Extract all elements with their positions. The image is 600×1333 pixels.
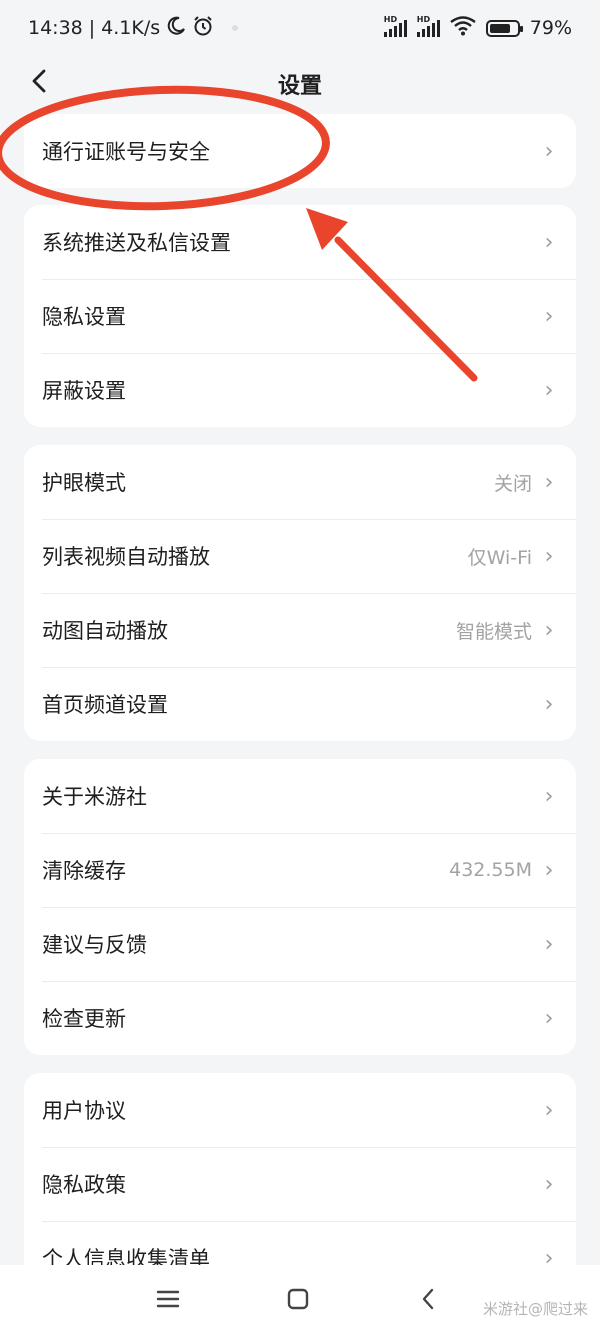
chevron-right-icon: › [544, 1097, 554, 1123]
settings-row-clear-cache[interactable]: 清除缓存 432.55M › [24, 833, 576, 907]
row-label: 系统推送及私信设置 [42, 231, 231, 255]
status-separator: | [88, 17, 96, 39]
settings-row-check-update[interactable]: 检查更新 › [24, 981, 576, 1055]
chevron-right-icon: › [544, 617, 554, 643]
row-label: 列表视频自动播放 [42, 545, 210, 569]
settings-row-gif-autoplay[interactable]: 动图自动播放 智能模式 › [24, 593, 576, 667]
settings-row-account-security[interactable]: 通行证账号与安全 › [24, 114, 576, 188]
row-label: 隐私设置 [42, 305, 126, 329]
row-label: 动图自动播放 [42, 619, 168, 643]
settings-group-account: 通行证账号与安全 › [24, 114, 576, 188]
hd-label-2: HD [416, 15, 431, 24]
row-label: 建议与反馈 [42, 933, 147, 957]
settings-row-block[interactable]: 屏蔽设置 › [24, 353, 576, 427]
page-title: 设置 [277, 74, 322, 99]
settings-row-feedback[interactable]: 建议与反馈 › [24, 907, 576, 981]
row-value: 432.55M [449, 859, 532, 881]
home-icon[interactable] [282, 1283, 314, 1315]
system-nav-bar: 米游社@爬过来 [0, 1265, 600, 1333]
network-speed: 4.1K/s [101, 17, 161, 39]
chevron-right-icon: › [544, 543, 554, 569]
settings-row-push-messages[interactable]: 系统推送及私信设置 › [24, 205, 576, 279]
battery-fill [489, 23, 511, 33]
row-label: 关于米游社 [42, 785, 147, 809]
settings-group-display: 护眼模式 关闭 › 列表视频自动播放 仅Wi-Fi › 动图自动播放 智能模式 … [24, 445, 576, 741]
battery-percent: 79% [529, 17, 572, 39]
chevron-right-icon: › [544, 138, 554, 164]
watermark: 米游社@爬过来 [482, 1300, 588, 1318]
row-value: 智能模式 [455, 620, 532, 643]
settings-row-eye-care[interactable]: 护眼模式 关闭 › [24, 445, 576, 519]
row-label: 护眼模式 [42, 471, 126, 495]
back-icon[interactable] [412, 1283, 444, 1315]
row-label: 用户协议 [42, 1099, 126, 1123]
signal-icon: HD [383, 15, 407, 37]
nav-bar: 设置 [0, 56, 600, 108]
chevron-right-icon: › [544, 783, 554, 809]
row-value: 关闭 [493, 472, 532, 495]
notification-dot-icon [232, 25, 239, 31]
chevron-right-icon: › [544, 1005, 554, 1031]
settings-group-about: 关于米游社 › 清除缓存 432.55M › 建议与反馈 › 检查更新 › [24, 759, 576, 1055]
status-right: HD HD 79% [383, 15, 572, 41]
alarm-icon [192, 15, 214, 42]
settings-group-legal: 用户协议 › 隐私政策 › 个人信息收集清单 › [24, 1073, 576, 1295]
chevron-right-icon: › [544, 303, 554, 329]
row-label: 首页频道设置 [42, 693, 168, 717]
row-label: 检查更新 [42, 1007, 126, 1031]
status-time: 14:38 [28, 17, 83, 39]
chevron-right-icon: › [544, 857, 554, 883]
chevron-right-icon: › [544, 469, 554, 495]
chevron-right-icon: › [544, 229, 554, 255]
settings-group-notifications: 系统推送及私信设置 › 隐私设置 › 屏蔽设置 › [24, 205, 576, 427]
row-label: 清除缓存 [42, 859, 126, 883]
signal-icon-2: HD [416, 15, 440, 37]
row-label: 通行证账号与安全 [42, 140, 210, 164]
row-label: 隐私政策 [42, 1173, 126, 1197]
chevron-right-icon: › [544, 691, 554, 717]
settings-row-video-autoplay[interactable]: 列表视频自动播放 仅Wi-Fi › [24, 519, 576, 593]
settings-row-user-agreement[interactable]: 用户协议 › [24, 1073, 576, 1147]
settings-row-privacy-policy[interactable]: 隐私政策 › [24, 1147, 576, 1221]
row-label: 屏蔽设置 [42, 379, 126, 403]
status-bar: 14:38 | 4.1K/s HD HD 79% [0, 0, 600, 56]
wifi-icon [450, 15, 476, 41]
settings-row-privacy[interactable]: 隐私设置 › [24, 279, 576, 353]
row-value: 仅Wi-Fi [467, 546, 532, 569]
status-left: 14:38 | 4.1K/s [28, 15, 384, 42]
moon-icon [166, 16, 186, 41]
chevron-right-icon: › [544, 1171, 554, 1197]
menu-icon[interactable] [152, 1283, 184, 1315]
chevron-right-icon: › [544, 931, 554, 957]
battery-icon [485, 19, 523, 37]
settings-row-about[interactable]: 关于米游社 › [24, 759, 576, 833]
hd-label: HD [383, 15, 398, 24]
chevron-right-icon: › [544, 377, 554, 403]
settings-row-home-channels[interactable]: 首页频道设置 › [24, 667, 576, 741]
